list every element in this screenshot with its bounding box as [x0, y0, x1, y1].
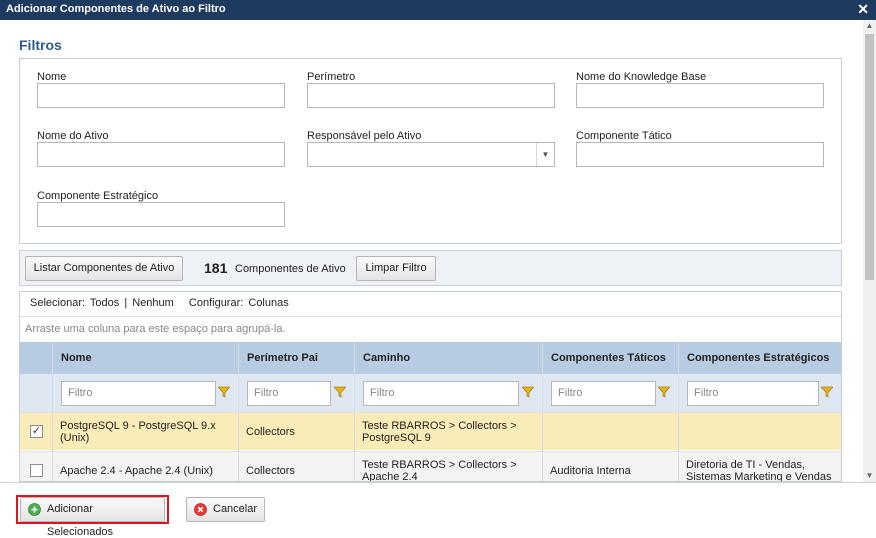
column-header-taticos[interactable]: Componentes Táticos — [542, 342, 678, 374]
filter-label-componente-tatico: Componente Tático — [576, 130, 672, 142]
cell-taticos: Auditoria Interna — [550, 465, 631, 477]
cell-perimetro: Collectors — [246, 465, 295, 477]
cell-estrategicos: Diretoria de TI - Vendas, Sistemas Marke… — [686, 459, 832, 482]
cell-nome: PostgreSQL 9 - PostgreSQL 9.x (Unix) — [60, 420, 216, 444]
cancel-label: Cancelar — [213, 503, 258, 515]
column-divider — [238, 342, 239, 481]
column-divider — [542, 342, 543, 481]
cell-caminho: Teste RBARROS > Collectors > PostgreSQL … — [362, 420, 517, 444]
funnel-icon[interactable] — [658, 386, 670, 398]
list-components-button[interactable]: Listar Componentes de Ativo — [25, 256, 183, 281]
list-toolbar: Listar Componentes de Ativo 181 Componen… — [19, 250, 842, 286]
grid-filter-row: Filtro Filtro Filtro Filtro Filtro — [20, 374, 841, 412]
filter-label-nome: Nome — [37, 71, 67, 83]
grid-header: Nome Perímetro Pai Caminho Componentes T… — [20, 342, 841, 374]
cell-perimetro: Collectors — [246, 426, 295, 438]
chevron-down-icon[interactable]: ▼ — [536, 143, 554, 166]
funnel-icon[interactable] — [522, 386, 534, 398]
row-checkbox[interactable]: ✓ — [30, 425, 43, 438]
header-checkbox-col — [20, 342, 52, 374]
cell-estrategicos — [678, 413, 841, 451]
table-row[interactable]: ✓ PostgreSQL 9 - PostgreSQL 9.x (Unix) C… — [20, 412, 841, 450]
filter-input-caminho[interactable]: Filtro — [363, 381, 519, 406]
nome-ativo-input[interactable] — [37, 142, 285, 167]
select-all-link[interactable]: Todos — [90, 297, 119, 309]
filter-label-knowledge-base: Nome do Knowledge Base — [576, 71, 707, 83]
scroll-up-icon[interactable]: ▲ — [863, 20, 876, 32]
dialog-titlebar: Adicionar Componentes de Ativo ao Filtro… — [0, 0, 876, 20]
column-divider — [678, 342, 679, 481]
components-grid: Selecionar: Todos | Nenhum Configurar: C… — [19, 291, 842, 482]
select-none-link[interactable]: Nenhum — [132, 297, 174, 309]
perimetro-input[interactable] — [307, 83, 555, 108]
filter-input-taticos[interactable]: Filtro — [551, 381, 656, 406]
result-count: 181 — [204, 260, 228, 276]
select-label: Selecionar: — [30, 297, 86, 309]
knowledge-base-input[interactable] — [576, 83, 824, 108]
funnel-icon[interactable] — [334, 386, 346, 398]
dialog-scrollbar[interactable]: ▲ ▼ — [863, 20, 876, 482]
highlight-box — [16, 495, 169, 524]
cell-taticos — [542, 413, 678, 451]
grid-selection-bar: Selecionar: Todos | Nenhum Configurar: C… — [20, 292, 841, 316]
filter-label-perimetro: Perímetro — [307, 71, 356, 83]
filter-input-estrategicos[interactable]: Filtro — [687, 381, 819, 406]
responsavel-select[interactable]: ▼ — [307, 142, 555, 167]
componente-estrategico-input[interactable] — [37, 202, 285, 227]
result-count-label: Componentes de Ativo — [235, 263, 346, 275]
group-drop-zone[interactable]: Arraste uma coluna para este espaço para… — [20, 316, 841, 342]
scroll-down-icon[interactable]: ▼ — [863, 470, 876, 482]
column-header-estrategicos[interactable]: Componentes Estratégicos — [678, 342, 841, 374]
select-separator: | — [124, 297, 128, 309]
filter-label-responsavel: Responsável pelo Ativo — [307, 130, 422, 142]
funnel-icon[interactable] — [218, 386, 230, 398]
close-icon[interactable]: ✕ — [857, 1, 869, 18]
column-divider — [52, 342, 53, 481]
filters-title: Filtros — [19, 37, 62, 53]
filter-label-componente-estrategico: Componente Estratégico — [37, 190, 159, 202]
cell-nome: Apache 2.4 - Apache 2.4 (Unix) — [60, 465, 213, 477]
filters-panel: Nome Perímetro Nome do Knowledge Base No… — [19, 58, 842, 244]
x-circle-icon — [194, 503, 207, 516]
table-row[interactable]: Apache 2.4 - Apache 2.4 (Unix) Collector… — [20, 451, 841, 482]
filter-input-perimetro[interactable]: Filtro — [247, 381, 331, 406]
filter-label-nome-ativo: Nome do Ativo — [37, 130, 109, 142]
cell-caminho: Teste RBARROS > Collectors > Apache 2.4 — [362, 459, 517, 482]
column-divider — [354, 342, 355, 481]
column-header-nome[interactable]: Nome — [52, 342, 238, 374]
cancel-button[interactable]: Cancelar — [186, 497, 265, 522]
clear-filter-button[interactable]: Limpar Filtro — [356, 256, 436, 281]
scrollbar-thumb[interactable] — [865, 34, 874, 280]
funnel-icon[interactable] — [821, 386, 833, 398]
column-header-perimetro-pai[interactable]: Perímetro Pai — [238, 342, 354, 374]
configure-label: Configurar: — [188, 297, 244, 309]
filter-input-nome[interactable]: Filtro — [61, 381, 216, 406]
dialog-title: Adicionar Componentes de Ativo ao Filtro — [6, 3, 226, 15]
row-checkbox[interactable] — [30, 464, 43, 477]
configure-columns-link[interactable]: Colunas — [248, 297, 288, 309]
footer-divider — [0, 482, 876, 483]
column-header-caminho[interactable]: Caminho — [354, 342, 542, 374]
nome-input[interactable] — [37, 83, 285, 108]
componente-tatico-input[interactable] — [576, 142, 824, 167]
